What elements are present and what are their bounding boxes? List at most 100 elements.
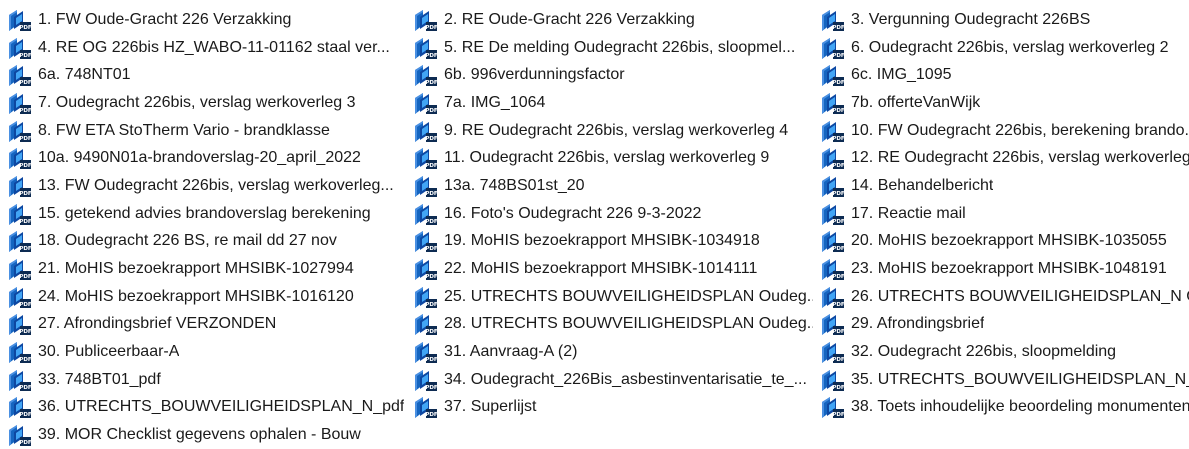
file-item[interactable]: PDF 11. Oudegracht 226bis, verslag werko… xyxy=(406,144,813,172)
pdf-badge-text: PDF xyxy=(425,191,438,197)
file-item[interactable]: PDF 9. RE Oudegracht 226bis, verslag wer… xyxy=(406,117,813,145)
file-item[interactable]: PDF 2. RE Oude-Gracht 226 Verzakking xyxy=(406,6,813,34)
file-item[interactable]: PDF 34. Oudegracht_226Bis_asbestinventar… xyxy=(406,366,813,394)
file-item[interactable]: PDF 39. MOR Checklist gegevens ophalen -… xyxy=(0,421,406,449)
pdf-file-icon: PDF xyxy=(821,119,845,143)
file-item[interactable]: PDF 19. MoHIS bezoekrapport MHSIBK-10349… xyxy=(406,228,813,256)
pdf-file-icon: PDF xyxy=(414,8,438,32)
pdf-badge-text: PDF xyxy=(425,108,438,114)
file-item[interactable]: PDF 7b. offerteVanWijk xyxy=(813,89,1189,117)
file-name: 10a. 9490N01a-brandoverslag-20_april_202… xyxy=(38,149,361,167)
pdf-file-icon: PDF xyxy=(414,229,438,253)
file-item[interactable]: PDF 26. UTRECHTS BOUWVEILIGHEIDSPLAN_N O… xyxy=(813,283,1189,311)
file-item[interactable]: PDF 37. Superlijst xyxy=(406,394,813,422)
file-name: 8. FW ETA StoTherm Vario - brandklasse xyxy=(38,121,330,139)
file-item[interactable]: PDF 10. FW Oudegracht 226bis, berekening… xyxy=(813,117,1189,145)
file-item[interactable]: PDF 20. MoHIS bezoekrapport MHSIBK-10350… xyxy=(813,228,1189,256)
pdf-file-icon: PDF xyxy=(821,395,845,419)
file-item[interactable]: PDF 25. UTRECHTS BOUWVEILIGHEIDSPLAN Oud… xyxy=(406,283,813,311)
pdf-file-icon: PDF xyxy=(414,285,438,309)
file-item[interactable]: PDF 18. Oudegracht 226 BS, re mail dd 27… xyxy=(0,228,406,256)
file-name: 11. Oudegracht 226bis, verslag werkoverl… xyxy=(444,149,770,167)
file-item[interactable]: PDF 31. Aanvraag-A (2) xyxy=(406,338,813,366)
file-item[interactable]: PDF 28. UTRECHTS BOUWVEILIGHEIDSPLAN Oud… xyxy=(406,311,813,339)
pdf-badge-text: PDF xyxy=(19,329,32,335)
file-name: 28. UTRECHTS BOUWVEILIGHEIDSPLAN Oudeg..… xyxy=(444,315,813,333)
file-item[interactable]: PDF 6a. 748NT01 xyxy=(0,61,406,89)
file-item[interactable]: PDF 3. Vergunning Oudegracht 226BS xyxy=(813,6,1189,34)
pdf-file-icon: PDF xyxy=(8,146,32,170)
pdf-badge-text: PDF xyxy=(832,136,845,142)
pdf-file-icon: PDF xyxy=(8,174,32,198)
file-name: 7a. IMG_1064 xyxy=(444,93,546,111)
file-item[interactable]: PDF 14. Behandelbericht xyxy=(813,172,1189,200)
file-item[interactable]: PDF 6b. 996verdunningsfactor xyxy=(406,61,813,89)
file-item[interactable]: PDF 7. Oudegracht 226bis, verslag werkov… xyxy=(0,89,406,117)
pdf-badge-text: PDF xyxy=(832,302,845,308)
file-item[interactable]: PDF 24. MoHIS bezoekrapport MHSIBK-10161… xyxy=(0,283,406,311)
pdf-badge-text: PDF xyxy=(425,136,438,142)
file-item[interactable]: PDF 35. UTRECHTS_BOUWVEILIGHEIDSPLAN_N_p… xyxy=(813,366,1189,394)
file-item[interactable]: PDF 17. Reactie mail xyxy=(813,200,1189,228)
pdf-file-icon: PDF xyxy=(821,36,845,60)
file-name: 6a. 748NT01 xyxy=(38,66,131,84)
file-item[interactable]: PDF 1. FW Oude-Gracht 226 Verzakking xyxy=(0,6,406,34)
file-name: 2. RE Oude-Gracht 226 Verzakking xyxy=(444,10,695,28)
file-name: 30. Publiceerbaar-A xyxy=(38,343,180,361)
file-item[interactable]: PDF 12. RE Oudegracht 226bis, verslag we… xyxy=(813,144,1189,172)
file-item[interactable]: PDF 38. Toets inhoudelijke beoordeling m… xyxy=(813,394,1189,422)
pdf-file-icon: PDF xyxy=(414,63,438,87)
file-name: 10. FW Oudegracht 226bis, berekening bra… xyxy=(851,121,1189,139)
pdf-badge-text: PDF xyxy=(425,302,438,308)
file-item[interactable]: PDF 32. Oudegracht 226bis, sloopmelding xyxy=(813,338,1189,366)
file-item[interactable]: PDF 6. Oudegracht 226bis, verslag werkov… xyxy=(813,34,1189,62)
file-item[interactable]: PDF 13. FW Oudegracht 226bis, verslag we… xyxy=(0,172,406,200)
file-name: 14. Behandelbericht xyxy=(851,176,994,194)
file-name: 27. Afrondingsbrief VERZONDEN xyxy=(38,315,277,333)
pdf-file-icon: PDF xyxy=(821,63,845,87)
pdf-badge-text: PDF xyxy=(832,191,845,197)
file-item[interactable]: PDF 30. Publiceerbaar-A xyxy=(0,338,406,366)
pdf-badge-text: PDF xyxy=(832,80,845,86)
file-item[interactable]: PDF 21. MoHIS bezoekrapport MHSIBK-10279… xyxy=(0,255,406,283)
file-item[interactable]: PDF 4. RE OG 226bis HZ_WABO-11-01162 sta… xyxy=(0,34,406,62)
file-item[interactable]: PDF 7a. IMG_1064 xyxy=(406,89,813,117)
pdf-file-icon: PDF xyxy=(414,312,438,336)
file-item[interactable]: PDF 5. RE De melding Oudegracht 226bis, … xyxy=(406,34,813,62)
file-name: 5. RE De melding Oudegracht 226bis, sloo… xyxy=(444,38,796,56)
pdf-badge-text: PDF xyxy=(832,385,845,391)
file-item[interactable]: PDF 13a. 748BS01st_20 xyxy=(406,172,813,200)
file-item[interactable]: PDF 6c. IMG_1095 xyxy=(813,61,1189,89)
file-name: 4. RE OG 226bis HZ_WABO-11-01162 staal v… xyxy=(38,38,390,56)
pdf-badge-text: PDF xyxy=(425,357,438,363)
file-item[interactable]: PDF 33. 748BT01_pdf xyxy=(0,366,406,394)
pdf-badge-text: PDF xyxy=(832,246,845,252)
file-item[interactable]: PDF 10a. 9490N01a-brandoverslag-20_april… xyxy=(0,144,406,172)
file-item[interactable]: PDF 15. getekend advies brandoverslag be… xyxy=(0,200,406,228)
file-name: 23. MoHIS bezoekrapport MHSIBK-1048191 xyxy=(851,260,1167,278)
pdf-file-icon: PDF xyxy=(821,257,845,281)
pdf-file-icon: PDF xyxy=(414,395,438,419)
file-name: 29. Afrondingsbrief xyxy=(851,315,985,333)
pdf-badge-text: PDF xyxy=(19,385,32,391)
pdf-file-icon: PDF xyxy=(8,36,32,60)
file-item[interactable]: PDF 27. Afrondingsbrief VERZONDEN xyxy=(0,311,406,339)
file-item[interactable]: PDF 36. UTRECHTS_BOUWVEILIGHEIDSPLAN_N_p… xyxy=(0,394,406,422)
pdf-file-icon: PDF xyxy=(821,174,845,198)
file-item[interactable]: PDF 16. Foto's Oudegracht 226 9-3-2022 xyxy=(406,200,813,228)
pdf-badge-text: PDF xyxy=(832,219,845,225)
file-name: 31. Aanvraag-A (2) xyxy=(444,343,578,361)
file-item[interactable]: PDF 23. MoHIS bezoekrapport MHSIBK-10481… xyxy=(813,255,1189,283)
file-item[interactable]: PDF 8. FW ETA StoTherm Vario - brandklas… xyxy=(0,117,406,145)
pdf-file-icon: PDF xyxy=(414,36,438,60)
file-name: 34. Oudegracht_226Bis_asbestinventarisat… xyxy=(444,370,807,388)
file-name: 6c. IMG_1095 xyxy=(851,66,952,84)
pdf-file-icon: PDF xyxy=(8,395,32,419)
pdf-badge-text: PDF xyxy=(425,412,438,418)
pdf-badge-text: PDF xyxy=(425,25,438,31)
file-name: 26. UTRECHTS BOUWVEILIGHEIDSPLAN_N Oud..… xyxy=(851,287,1189,305)
pdf-file-icon: PDF xyxy=(821,229,845,253)
file-item[interactable]: PDF 29. Afrondingsbrief xyxy=(813,311,1189,339)
pdf-file-icon: PDF xyxy=(8,257,32,281)
file-item[interactable]: PDF 22. MoHIS bezoekrapport MHSIBK-10141… xyxy=(406,255,813,283)
